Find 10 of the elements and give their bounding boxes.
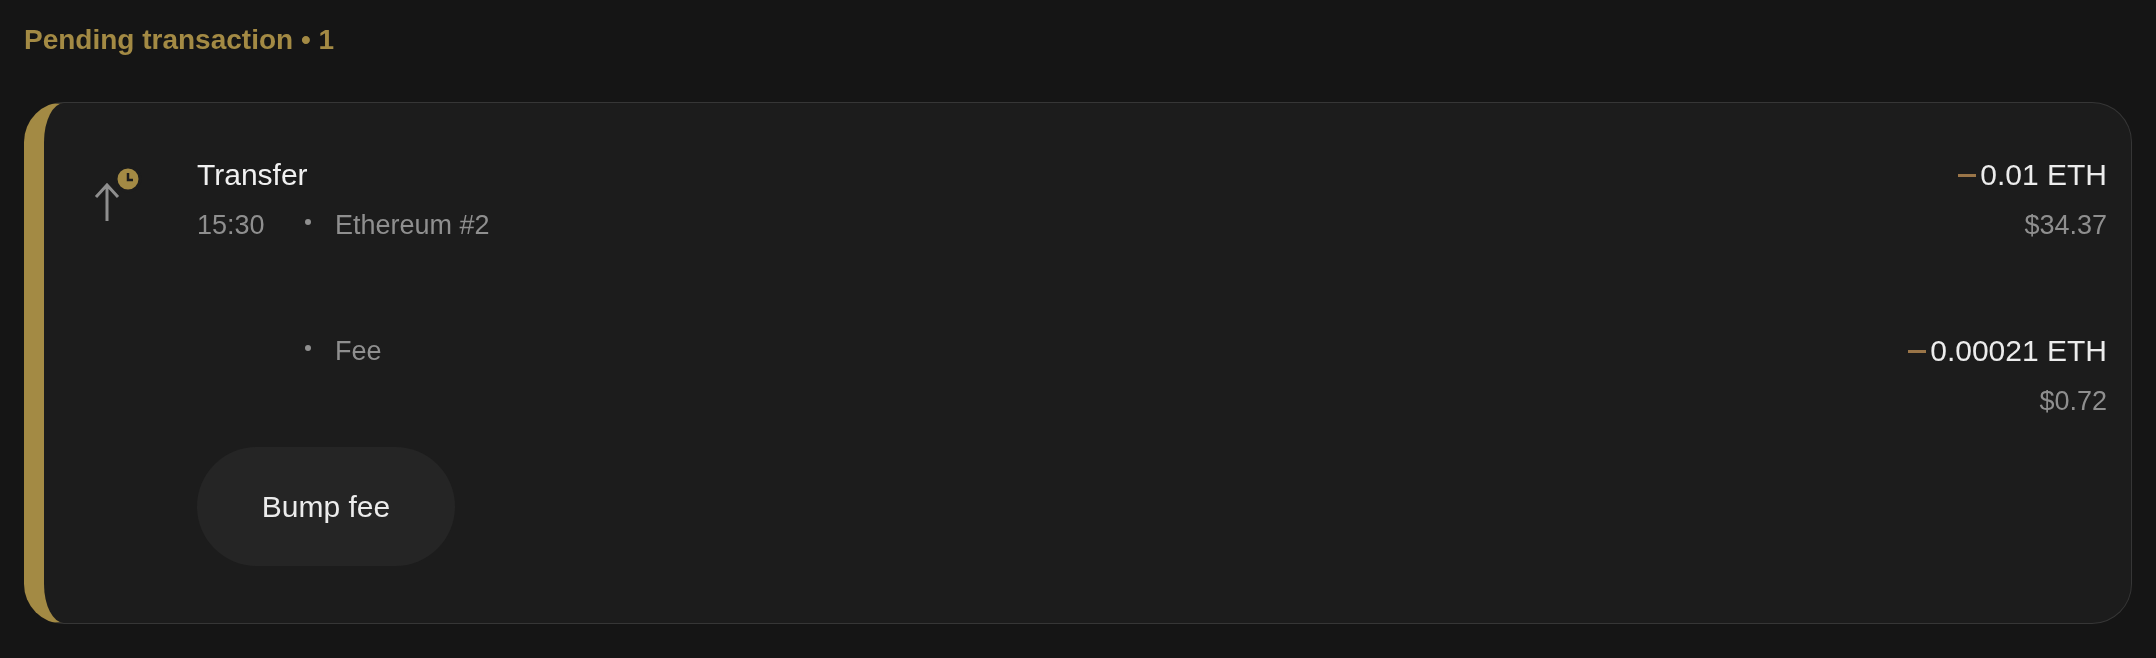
amount: 0.00021 ETH [1930,333,2107,369]
amount: 0.01 ETH [1980,157,2107,193]
transaction-title: Transfer [197,157,308,193]
bump-fee-button[interactable]: Bump fee [197,447,455,566]
fee-label: Fee [335,335,382,368]
fiat-amount: $0.72 [2039,385,2107,418]
transaction-time: 15:30 [197,209,265,242]
account-name: Ethereum #2 [335,209,490,242]
fiat-amount: $34.37 [2024,209,2107,242]
section-title: Pending transaction • 1 [24,23,335,57]
